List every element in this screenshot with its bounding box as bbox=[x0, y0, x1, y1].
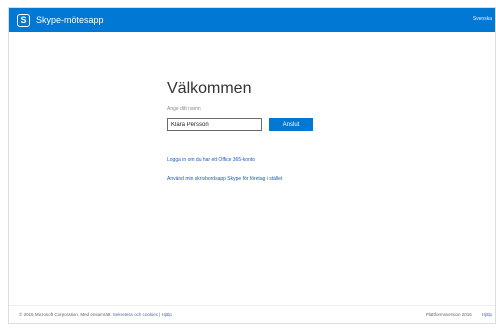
copyright-text: © 2015 Microsoft Corporation. Med ensamr… bbox=[19, 312, 112, 317]
platform-version: Plattformsversion 2016 bbox=[425, 312, 472, 317]
app-title: Skype-mötesapp bbox=[36, 15, 104, 25]
top-bar: S Skype-mötesapp Svenska bbox=[9, 8, 495, 32]
name-label: Ange ditt namn bbox=[167, 106, 201, 112]
app-window: S Skype-mötesapp Svenska Välkommen Ange … bbox=[8, 7, 496, 324]
help-link[interactable]: Hjälp bbox=[162, 312, 172, 317]
footer-separator: | bbox=[159, 312, 161, 317]
name-input[interactable] bbox=[167, 118, 262, 131]
footer-help-link[interactable]: Hjälp bbox=[482, 312, 492, 317]
welcome-panel: Välkommen Ange ditt namn Anslut Logga in… bbox=[167, 80, 407, 182]
language-selector[interactable]: Svenska bbox=[473, 16, 492, 22]
privacy-link[interactable]: Sekretess och cookies bbox=[113, 312, 158, 317]
desktop-app-link[interactable]: Använd min skrivbordsapp Skype för föret… bbox=[167, 176, 407, 182]
skype-logo-icon: S bbox=[17, 13, 30, 27]
join-row: Anslut bbox=[167, 118, 407, 131]
footer-right: Plattformsversion 2016 Hjälp bbox=[426, 312, 492, 317]
page-title: Välkommen bbox=[167, 80, 252, 97]
footer: © 2015 Microsoft Corporation. Med ensamr… bbox=[9, 305, 495, 323]
brand: S Skype-mötesapp bbox=[17, 13, 104, 27]
join-button[interactable]: Anslut bbox=[269, 118, 313, 131]
sign-in-link[interactable]: Logga in om du har ett Office 365-konto bbox=[167, 157, 407, 163]
footer-left: © 2015 Microsoft Corporation. Med ensamr… bbox=[19, 312, 172, 317]
